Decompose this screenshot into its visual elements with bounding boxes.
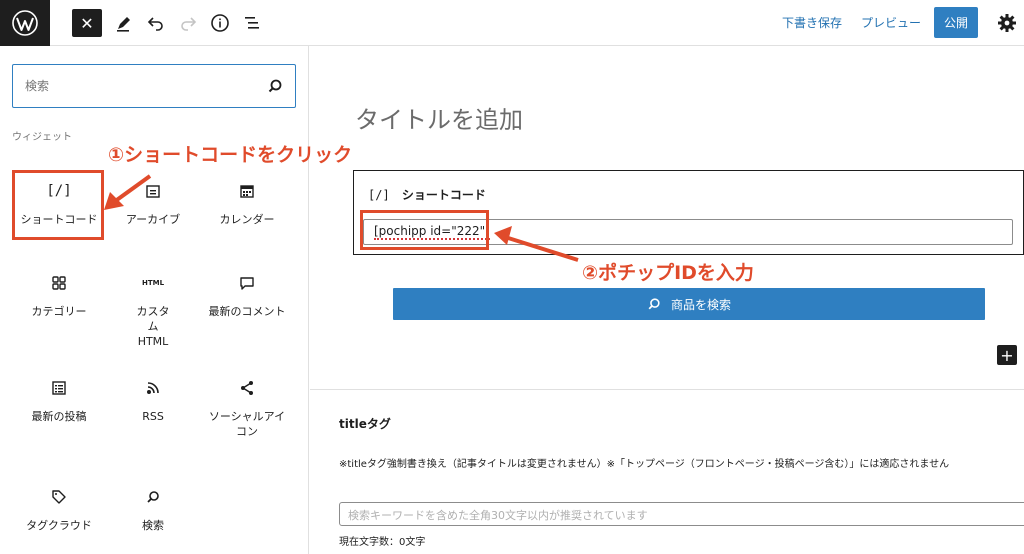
latest-posts-icon [12, 377, 106, 399]
pencil-icon [117, 17, 130, 32]
search-icon [648, 298, 660, 310]
block-item-search[interactable]: 検索 [106, 486, 200, 533]
search-icon[interactable] [267, 78, 283, 94]
categories-icon [12, 272, 106, 294]
undo-icon [147, 17, 163, 31]
redo-button[interactable] [176, 11, 200, 35]
block-item-social-icons[interactable]: ソーシャルアイコン [200, 377, 294, 439]
tag-icon [12, 486, 106, 508]
settings-button[interactable] [996, 12, 1018, 34]
meta-description: ※titleタグ強制書き換え（記事タイトルは変更されません）※「トップページ（フ… [339, 459, 950, 470]
wordpress-logo-icon[interactable] [0, 0, 50, 46]
wordpress-icon [12, 10, 38, 36]
preview-button[interactable]: プレビュー [861, 14, 921, 31]
archive-icon [106, 180, 200, 202]
highlight-shortcode-input [360, 210, 489, 250]
search-icon [106, 486, 200, 508]
calendar-icon [200, 180, 294, 202]
shortcode-block-header: [/] ショートコード [368, 186, 486, 203]
comment-icon [200, 272, 294, 294]
rss-icon [106, 377, 200, 399]
highlight-shortcode-block [12, 170, 104, 240]
close-inserter-button[interactable]: ✕ [72, 9, 102, 37]
close-icon: ✕ [80, 13, 94, 33]
meta-title-label: titleタグ [339, 417, 391, 431]
block-item-latest-posts[interactable]: 最新の投稿 [12, 377, 106, 424]
block-item-calendar[interactable]: カレンダー [200, 180, 294, 227]
top-toolbar: ✕ 下書き保存 プレビュー 公開 [0, 0, 1024, 46]
meta-divider [310, 389, 1024, 390]
block-item-archive[interactable]: アーカイブ [106, 180, 200, 227]
shortcode-icon: [/] [368, 188, 390, 202]
block-search-input[interactable] [25, 76, 255, 96]
info-icon [211, 14, 229, 32]
tools-button[interactable] [112, 11, 136, 35]
gear-icon [998, 14, 1016, 32]
search-product-button[interactable]: 商品を検索 [393, 288, 985, 320]
block-item-categories[interactable]: カテゴリー [12, 272, 106, 319]
save-draft-button[interactable]: 下書き保存 [782, 14, 842, 31]
annotation-step2: ②ポチップIDを入力 [582, 262, 754, 284]
block-item-custom-html[interactable]: HTML カスタム HTML [106, 272, 200, 349]
block-item-rss[interactable]: RSS [106, 377, 200, 424]
share-icon [200, 377, 294, 399]
list-view-icon [245, 17, 259, 29]
add-block-button[interactable]: + [997, 345, 1017, 365]
post-title-input[interactable]: タイトルを追加 [355, 100, 523, 135]
block-item-latest-comments[interactable]: 最新のコメント [200, 272, 294, 319]
shortcode-block-title: ショートコード [401, 188, 486, 202]
publish-button[interactable]: 公開 [934, 7, 978, 38]
redo-icon [181, 17, 197, 31]
char-count: 現在文字数：0文字 [339, 537, 426, 548]
category-label: ウィジェット [12, 132, 72, 143]
editor-canvas: タイトルを追加 [/] ショートコード [pochipp id="222"] 商… [310, 46, 1024, 554]
annotation-step1: ①ショートコードをクリック [108, 144, 353, 166]
block-item-tag-cloud[interactable]: タグクラウド [12, 486, 106, 533]
title-tag-input[interactable]: 検索キーワードを含めた全角30文字以内が推奨されています [339, 502, 1024, 526]
block-inserter-panel: ウィジェット [/] ショートコード アーカイブ カレンダー カテゴリー HTM… [0, 46, 309, 554]
plus-icon: + [1000, 345, 1014, 365]
block-search [12, 64, 296, 108]
details-button[interactable] [208, 11, 232, 35]
search-product-label: 商品を検索 [670, 297, 731, 312]
html-icon: HTML [141, 279, 165, 287]
undo-button[interactable] [144, 11, 168, 35]
list-view-button[interactable] [240, 11, 264, 35]
